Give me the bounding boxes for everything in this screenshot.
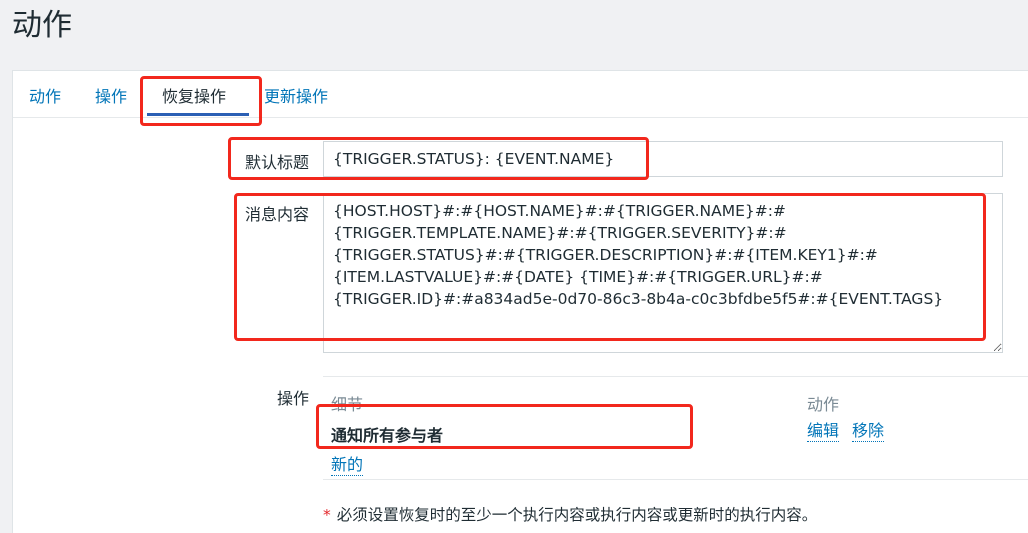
tab-update-operations[interactable]: 更新操作 xyxy=(264,83,328,107)
tab-recovery-operations[interactable]: 恢复操作 xyxy=(162,83,226,107)
remove-link[interactable]: 移除 xyxy=(852,421,885,442)
col-header-details: 细节 xyxy=(331,395,364,414)
col-header-action: 动作 xyxy=(807,395,840,414)
required-note-text: 必须设置恢复时的至少一个执行内容或执行内容或更新时的执行内容。 xyxy=(336,506,818,524)
operations-label: 操作 xyxy=(276,389,309,408)
message-textarea[interactable]: {HOST.HOST}#:#{HOST.NAME}#:#{TRIGGER.NAM… xyxy=(323,193,1003,353)
tab-action[interactable]: 动作 xyxy=(29,83,61,107)
active-tab-indicator xyxy=(147,113,249,116)
operation-details: 通知所有参与者 xyxy=(331,426,444,445)
page-title: 动作 xyxy=(12,8,72,43)
subject-input[interactable] xyxy=(323,141,1003,177)
required-note: * 必须设置恢复时的至少一个执行内容或执行内容或更新时的执行内容。 xyxy=(323,503,817,525)
recovery-operations-table: 细节 动作 通知所有参与者 编辑 移除 新的 xyxy=(323,376,1028,480)
tab-operations[interactable]: 操作 xyxy=(95,83,127,107)
tab-bar: 动作 操作 恢复操作 更新操作 xyxy=(13,71,1028,118)
new-operation-link[interactable]: 新的 xyxy=(331,455,364,476)
action-form-panel: 动作 操作 恢复操作 更新操作 默认标题 消息内容 {HOST.HOST}#:#… xyxy=(12,70,1028,533)
required-asterisk: * xyxy=(323,506,331,524)
subject-label: 默认标题 xyxy=(244,153,309,172)
message-label: 消息内容 xyxy=(244,205,309,224)
edit-link[interactable]: 编辑 xyxy=(807,421,840,442)
